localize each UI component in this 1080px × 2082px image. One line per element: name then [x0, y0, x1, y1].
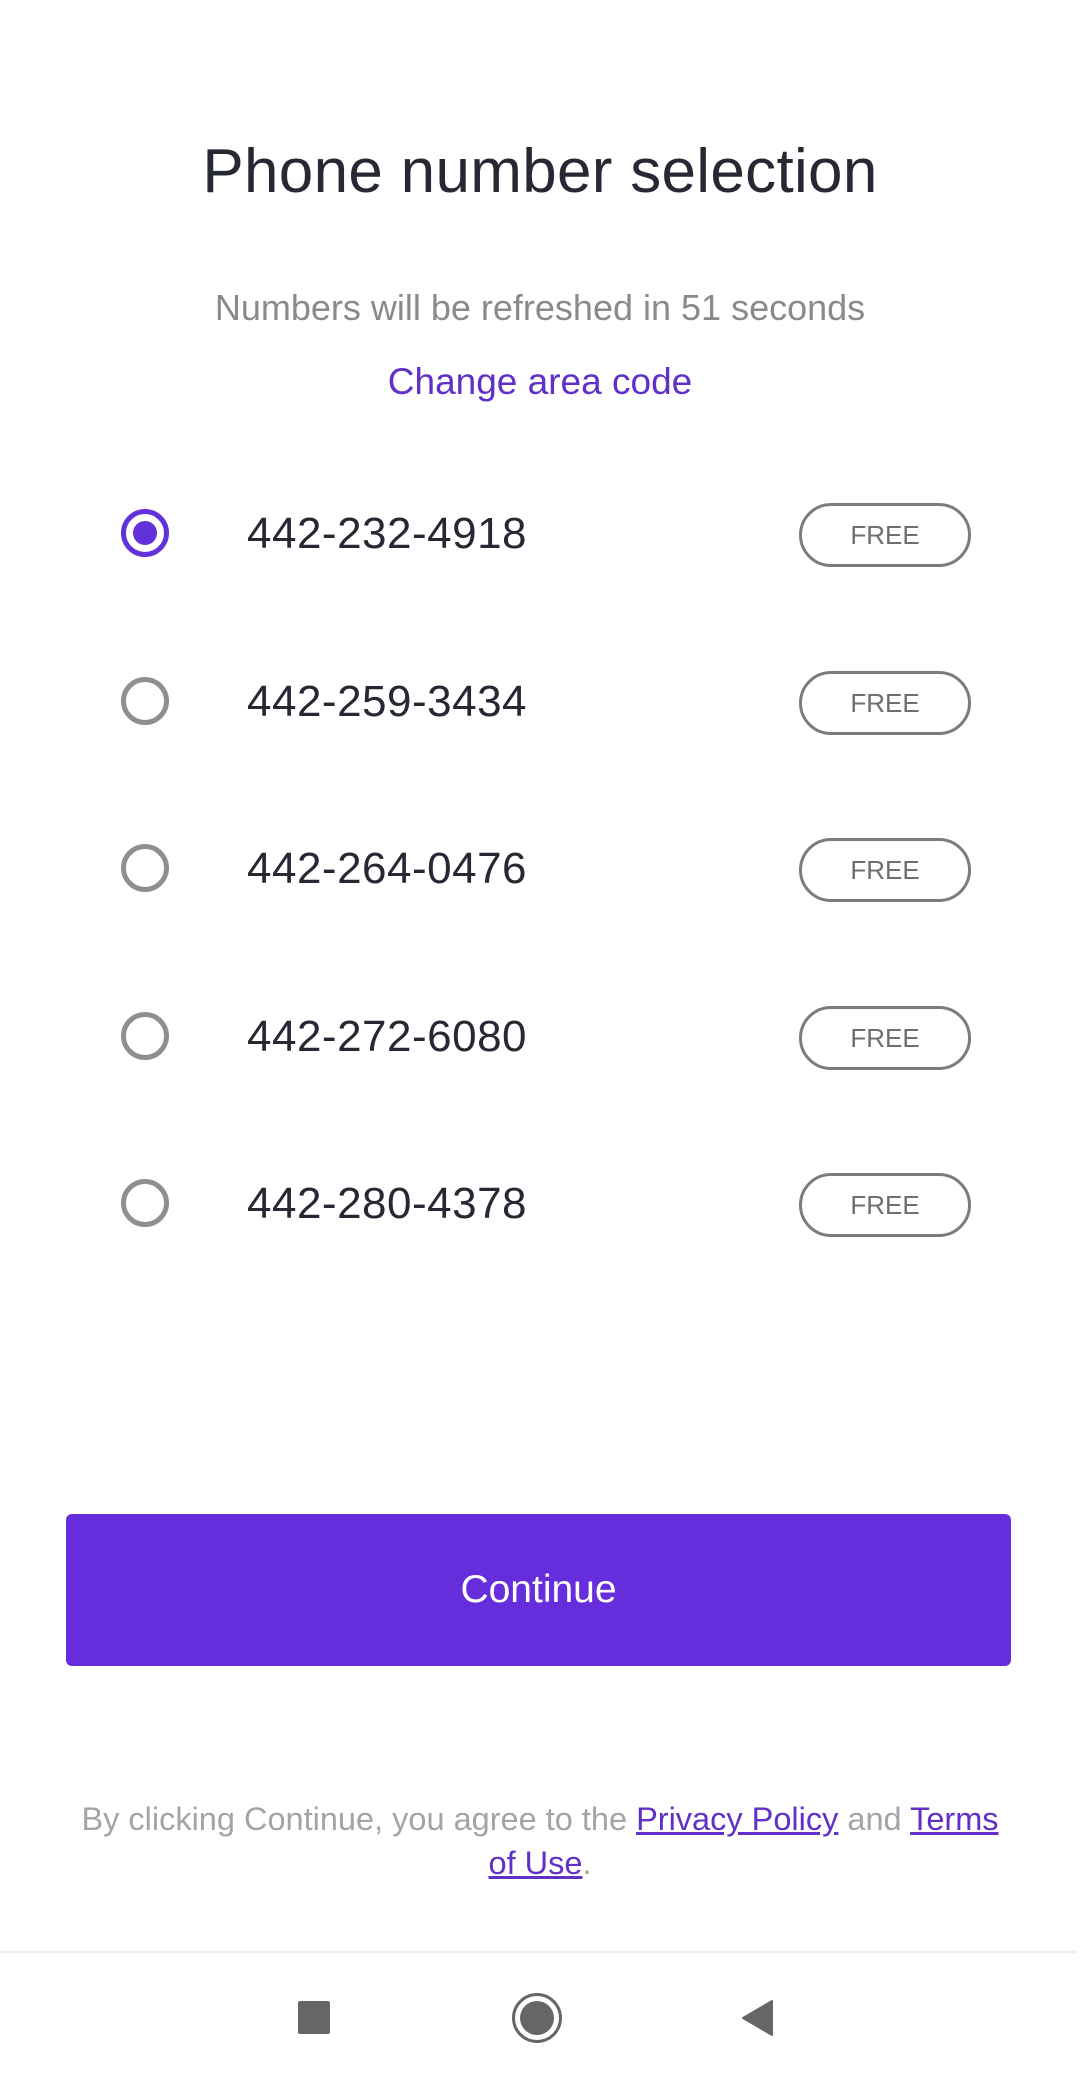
phone-number: 442-264-0476 — [247, 844, 528, 893]
phone-number-option[interactable]: 442-259-3434 FREE — [0, 620, 1080, 788]
radio-button-selected[interactable] — [121, 509, 169, 557]
legal-suffix: . — [582, 1845, 592, 1881]
radio-button[interactable] — [121, 844, 169, 892]
phone-number-option[interactable]: 442-232-4918 FREE — [0, 452, 1080, 620]
circle-fill-icon — [520, 2001, 554, 2035]
phone-number-list: 442-232-4918 FREE 442-259-3434 FREE 442-… — [0, 452, 1080, 1290]
legal-prefix: By clicking Continue, you agree to the — [81, 1801, 637, 1837]
price-badge: FREE — [799, 503, 971, 567]
page-title: Phone number selection — [202, 137, 878, 206]
privacy-policy-link[interactable]: Privacy Policy — [636, 1801, 838, 1837]
phone-number: 442-232-4918 — [247, 509, 528, 558]
radio-button[interactable] — [121, 676, 169, 725]
legal-conjunction: and — [838, 1801, 911, 1837]
price-badge: FREE — [799, 838, 971, 902]
phone-number-option[interactable]: 442-264-0476 FREE — [0, 787, 1080, 955]
radio-button[interactable] — [121, 1011, 169, 1060]
phone-number: 442-272-6080 — [247, 1011, 528, 1061]
square-icon — [298, 2001, 330, 2034]
recents-button[interactable] — [279, 1983, 349, 2053]
home-button[interactable] — [502, 1983, 572, 2053]
phone-number: 442-259-3434 — [247, 676, 528, 726]
phone-number-option[interactable]: 442-280-4378 FREE — [0, 1122, 1080, 1290]
system-navigation-bar — [0, 1953, 1080, 2082]
change-area-code-container: Change area code — [0, 360, 1080, 404]
legal-notice: By clicking Continue, you agree to the P… — [70, 1797, 1010, 1885]
phone-number-option[interactable]: 442-272-6080 FREE — [0, 955, 1080, 1123]
radio-button[interactable] — [121, 1179, 169, 1227]
price-badge: FREE — [799, 1005, 971, 1070]
back-button[interactable] — [723, 1983, 793, 2053]
change-area-code-link[interactable]: Change area code — [388, 361, 692, 402]
continue-button[interactable]: Continue — [66, 1514, 1011, 1666]
triangle-back-icon — [742, 2000, 773, 2036]
phone-number: 442-280-4378 — [247, 1179, 528, 1228]
price-badge: FREE — [799, 670, 971, 735]
refresh-countdown: Numbers will be refreshed in 51 seconds — [214, 287, 866, 328]
price-badge: FREE — [799, 1173, 971, 1237]
